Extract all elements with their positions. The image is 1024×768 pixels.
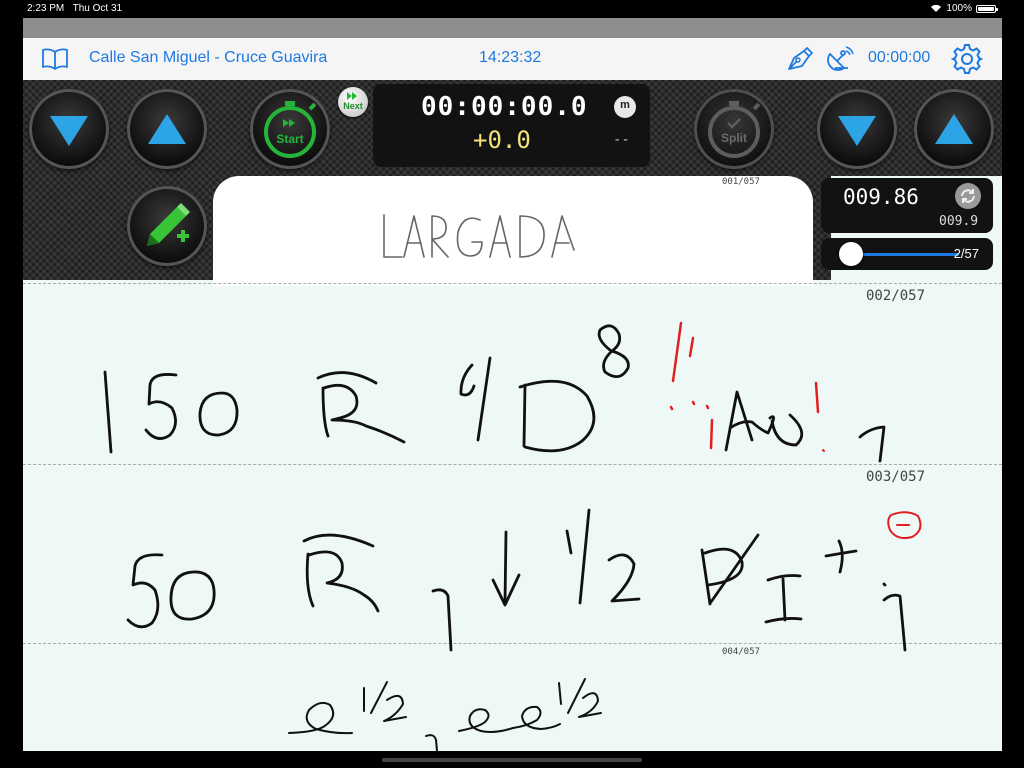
battery-percent: 100% bbox=[946, 3, 972, 14]
route-title[interactable]: Calle San Miguel - Cruce Guavira bbox=[89, 49, 327, 67]
increment-left-button[interactable] bbox=[127, 89, 207, 169]
battery-icon bbox=[976, 4, 998, 13]
page-separator bbox=[23, 283, 1002, 284]
pen-add-icon bbox=[147, 203, 190, 246]
decrement-right-button[interactable] bbox=[817, 89, 897, 169]
triangle-up-icon bbox=[148, 114, 186, 144]
timer-display: 00:00:00.0 +0.0 m -- bbox=[373, 84, 650, 167]
next-button[interactable]: Next bbox=[338, 87, 368, 117]
page-separator bbox=[23, 464, 1002, 465]
meter-icon[interactable]: m bbox=[614, 96, 636, 118]
odometer-display: 009.86 009.9 bbox=[821, 178, 993, 233]
split-label: Split bbox=[721, 131, 747, 145]
slider-thumb[interactable] bbox=[839, 242, 863, 266]
timer-main: 00:00:00.0 bbox=[421, 92, 588, 122]
nav-bar: Calle San Miguel - Cruce Guavira 14:23:3… bbox=[23, 38, 1002, 81]
slider-count: 2/57 bbox=[953, 246, 979, 261]
pen-nib-icon[interactable] bbox=[786, 46, 814, 72]
split-button[interactable]: Split bbox=[694, 89, 774, 169]
slider-track bbox=[851, 253, 959, 256]
current-clock: 14:23:32 bbox=[479, 49, 542, 66]
wifi-icon bbox=[931, 4, 942, 12]
reset-icon[interactable] bbox=[954, 182, 982, 210]
triangle-up-icon bbox=[935, 114, 973, 144]
page-label-004: 004/057 bbox=[722, 647, 760, 657]
status-time-date: 2:23 PM Thu Oct 31 bbox=[27, 3, 123, 14]
satellite-dish-icon[interactable] bbox=[826, 46, 854, 72]
page-label-003: 003/057 bbox=[866, 469, 926, 485]
page-label-002: 002/057 bbox=[866, 288, 926, 304]
home-indicator bbox=[382, 758, 642, 762]
gear-icon[interactable] bbox=[951, 43, 983, 75]
status-bar: 2:23 PM Thu Oct 31 100% bbox=[0, 0, 1024, 18]
page-slider[interactable]: 2/57 bbox=[821, 238, 993, 270]
next-label: Next bbox=[343, 101, 363, 111]
start-button[interactable]: Start bbox=[250, 89, 330, 169]
top-strip bbox=[23, 18, 1002, 38]
start-label: Start bbox=[276, 132, 304, 146]
book-icon[interactable] bbox=[42, 48, 68, 70]
triangle-down-icon bbox=[50, 116, 88, 146]
timer-dash: -- bbox=[613, 132, 630, 148]
split-stopwatch-icon bbox=[708, 101, 761, 158]
elapsed-time: 00:00:00 bbox=[868, 49, 931, 66]
note-card[interactable] bbox=[213, 176, 813, 286]
increment-right-button[interactable] bbox=[914, 89, 994, 169]
page-separator bbox=[23, 643, 1002, 644]
odometer-value: 009.86 bbox=[843, 185, 919, 209]
stopwatch-icon bbox=[264, 101, 317, 158]
status-right: 100% bbox=[930, 3, 998, 14]
odometer-sub-value: 009.9 bbox=[939, 214, 979, 229]
triangle-down-icon bbox=[838, 116, 876, 146]
page-label-001: 001/057 bbox=[722, 177, 760, 187]
timer-delta: +0.0 bbox=[473, 126, 531, 154]
decrement-left-button[interactable] bbox=[29, 89, 109, 169]
add-note-button[interactable] bbox=[127, 186, 207, 266]
meter-icon-label: m bbox=[620, 99, 630, 111]
